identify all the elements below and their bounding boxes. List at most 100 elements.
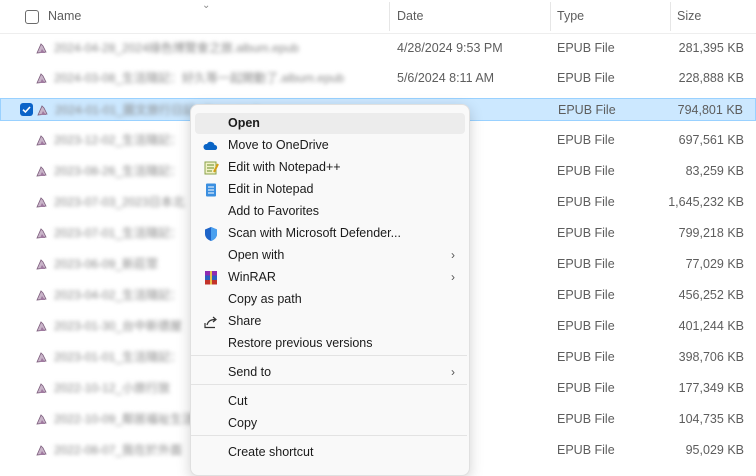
column-header-date[interactable]: Date <box>397 0 423 33</box>
file-name: 2023-01-01_生活隨記： <box>54 350 183 364</box>
onedrive-icon <box>203 141 218 150</box>
menu-item-open[interactable]: Open <box>195 113 465 134</box>
file-name: 2023-04-02_生活隨記： <box>54 288 183 302</box>
table-row[interactable]: 2024-03-08_生活隨記：好久等一起開動了.album.epub 5/6/2… <box>0 67 756 90</box>
file-type: EPUB File <box>557 41 615 55</box>
file-size: 281,395 KB <box>678 41 744 55</box>
menu-item-send-to[interactable]: Send to › <box>195 362 465 383</box>
menu-item-label: Send to <box>228 365 272 379</box>
file-size: 794,801 KB <box>677 103 743 117</box>
file-name: 2022-10-12_小旅行放 <box>54 381 171 395</box>
column-divider[interactable] <box>670 2 671 31</box>
submenu-arrow-icon: › <box>451 365 455 379</box>
file-type: EPUB File <box>557 319 615 333</box>
menu-item-label: Edit in Notepad <box>228 182 314 196</box>
file-name: 2023-12-02_生活隨記： <box>54 133 183 147</box>
epub-file-icon <box>36 73 47 84</box>
menu-item-share[interactable]: Share <box>195 311 465 332</box>
file-name: 2023-06-09_新莊眾 <box>54 257 159 271</box>
menu-item-label: Restore previous versions <box>228 336 373 350</box>
epub-file-icon <box>36 43 47 54</box>
menu-separator <box>191 355 467 356</box>
file-size: 228,888 KB <box>678 71 744 85</box>
menu-item-label: Scan with Microsoft Defender... <box>228 226 401 240</box>
select-all-checkbox[interactable] <box>25 10 39 24</box>
file-type: EPUB File <box>557 443 615 457</box>
epub-file-icon <box>36 135 47 146</box>
file-size: 697,561 KB <box>678 133 744 147</box>
menu-item-edit-with-notepad[interactable]: Edit with Notepad++ <box>195 157 465 178</box>
menu-item-add-to-favorites[interactable]: Add to Favorites <box>195 201 465 222</box>
epub-file-icon <box>36 166 47 177</box>
file-size: 456,252 KB <box>678 288 744 302</box>
menu-separator <box>191 384 467 385</box>
file-type: EPUB File <box>557 257 615 271</box>
defender-shield-icon <box>205 227 217 241</box>
file-type: EPUB File <box>557 195 615 209</box>
epub-file-icon <box>36 321 47 332</box>
column-divider[interactable] <box>389 2 390 31</box>
column-header-type[interactable]: Type <box>557 0 584 33</box>
menu-item-edit-in-notepad[interactable]: Edit in Notepad <box>195 179 465 200</box>
file-type: EPUB File <box>557 381 615 395</box>
epub-file-icon <box>36 383 47 394</box>
sort-chevron-icon: ⌄ <box>202 0 211 11</box>
column-header-name[interactable]: Name <box>48 0 81 33</box>
menu-item-restore-previous-versions[interactable]: Restore previous versions <box>195 333 465 354</box>
menu-item-cut[interactable]: Cut <box>195 391 465 412</box>
file-size: 77,029 KB <box>685 257 744 271</box>
epub-file-icon <box>36 197 47 208</box>
submenu-arrow-icon: › <box>451 270 455 284</box>
menu-item-label: Copy <box>228 416 258 430</box>
menu-item-copy[interactable]: Copy <box>195 413 465 434</box>
file-name: 2023-07-03_2023日本北 <box>54 195 185 209</box>
file-size: 398,706 KB <box>678 350 744 364</box>
file-size: 799,218 KB <box>678 226 744 240</box>
file-size: 104,735 KB <box>678 412 744 426</box>
menu-item-label: Open <box>228 116 260 130</box>
table-row[interactable]: 2024-04-28_2024綠色博覽會之旅.album.epub 4/28/20… <box>0 37 756 60</box>
file-size: 83,259 KB <box>685 164 744 178</box>
file-type: EPUB File <box>557 71 615 85</box>
file-date: 4/28/2024 9:53 PM <box>397 41 503 55</box>
file-name: 2022-08-07_我在於外面 <box>54 443 183 457</box>
menu-separator <box>191 435 467 436</box>
file-name: 2024-03-08_生活隨記：好久等一起開動了.album.epub <box>54 71 345 85</box>
menu-item-scan-with-microsoft-defender[interactable]: Scan with Microsoft Defender... <box>195 223 465 244</box>
file-type: EPUB File <box>557 288 615 302</box>
menu-item-label: Edit with Notepad++ <box>228 160 341 174</box>
file-name: 2024-04-28_2024綠色博覽會之旅.album.epub <box>54 41 299 55</box>
file-name: 2023-01-30_台中新德屋 <box>54 319 183 333</box>
row-checkbox-checked[interactable] <box>20 103 33 116</box>
notepadpp-icon <box>204 161 219 175</box>
menu-item-move-to-onedrive[interactable]: Move to OneDrive <box>195 135 465 156</box>
menu-item-label: Move to OneDrive <box>228 138 329 152</box>
file-date: 5/6/2024 8:11 AM <box>397 71 495 85</box>
file-type: EPUB File <box>557 133 615 147</box>
column-divider[interactable] <box>550 2 551 31</box>
column-header-bar: Name ⌄ Date Type Size <box>0 0 756 34</box>
share-icon <box>204 316 217 329</box>
menu-item-label: WinRAR <box>228 270 276 284</box>
file-type: EPUB File <box>558 103 616 117</box>
menu-item-open-with[interactable]: Open with › <box>195 245 465 266</box>
epub-file-icon <box>36 352 47 363</box>
file-type: EPUB File <box>557 226 615 240</box>
file-type: EPUB File <box>557 350 615 364</box>
file-type: EPUB File <box>557 164 615 178</box>
file-type: EPUB File <box>557 412 615 426</box>
menu-item-winrar[interactable]: WinRAR › <box>195 267 465 288</box>
menu-item-create-shortcut[interactable]: Create shortcut <box>195 442 465 463</box>
column-header-size[interactable]: Size <box>677 0 701 33</box>
menu-item-label: Copy as path <box>228 292 302 306</box>
menu-item-copy-as-path[interactable]: Copy as path <box>195 289 465 310</box>
epub-file-icon <box>36 290 47 301</box>
file-name: 2022-10-09_鄰居福祉生活 <box>54 412 195 426</box>
epub-file-icon <box>36 445 47 456</box>
file-size: 1,645,232 KB <box>668 195 744 209</box>
file-name: 2023-08-26_生活隨記： <box>54 164 183 178</box>
epub-file-icon <box>37 105 48 116</box>
notepad-icon <box>206 183 216 197</box>
file-size: 95,029 KB <box>685 443 744 457</box>
menu-item-label: Open with <box>228 248 285 262</box>
